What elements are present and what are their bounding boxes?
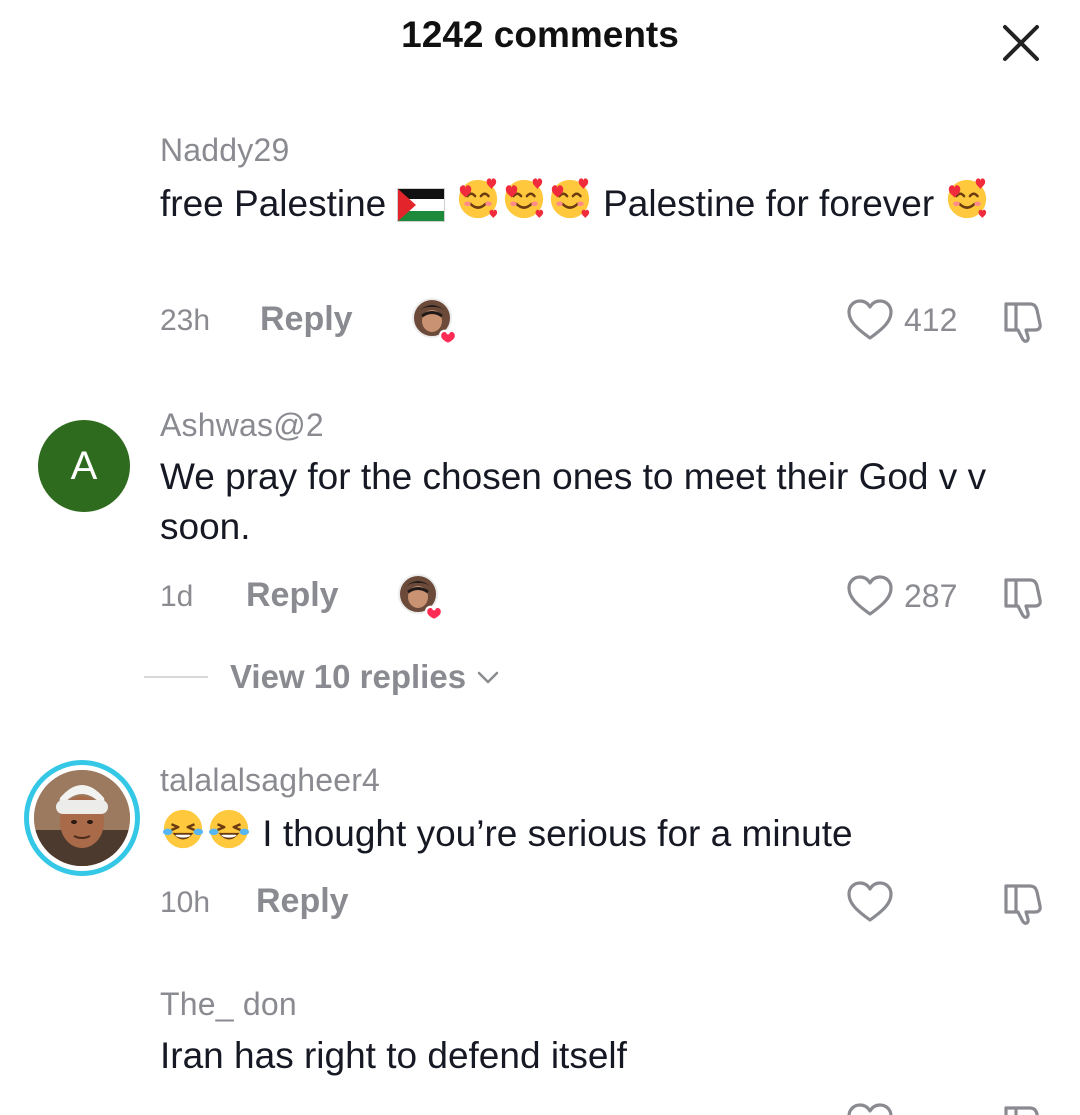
comment-text: I thought you’re serious for a minute [160, 806, 1040, 859]
thumbs-down-icon[interactable] [1000, 574, 1046, 620]
smiling-face-with-hearts-emoji [501, 176, 547, 222]
reply-button[interactable]: Reply [246, 576, 339, 615]
face-with-tears-of-joy-emoji [206, 806, 252, 852]
like-button[interactable] [846, 1102, 894, 1115]
thumbs-down-icon[interactable] [1000, 880, 1046, 926]
creator-liked-icon [396, 572, 448, 620]
like-count: 287 [904, 577, 958, 614]
comments-sheet: 1242 comments Naddy29 free Palestine Pal… [0, 0, 1080, 1115]
comment-actions: 10h Reply [160, 878, 1060, 928]
like-count: 412 [904, 301, 958, 338]
smiling-face-with-hearts-emoji [547, 176, 593, 222]
comment-actions: 1d Reply 287 [160, 572, 1060, 622]
chevron-down-icon [477, 671, 499, 684]
like-button[interactable] [846, 880, 904, 924]
comment-text-part: I thought you’re serious for a minute [262, 813, 853, 854]
comments-count-title: 1242 comments [401, 14, 679, 55]
smiling-face-with-hearts-emoji [455, 176, 501, 222]
view-replies-label: View 10 replies [230, 658, 467, 695]
smiling-face-with-hearts-emoji [944, 176, 990, 222]
avatar[interactable]: A [38, 420, 130, 512]
comment-text-part: free Palestine [160, 183, 387, 224]
comment-username[interactable]: The_ don [160, 986, 297, 1023]
comment-username[interactable]: talalalsagheer4 [160, 762, 380, 799]
face-with-tears-of-joy-emoji [160, 806, 206, 852]
divider [144, 676, 208, 678]
palestine-flag-emoji [397, 188, 445, 222]
reply-button[interactable]: Reply [260, 300, 353, 339]
avatar-photo [34, 770, 130, 866]
heart-outline-icon [846, 574, 894, 618]
comment-username[interactable]: Ashwas@2 [160, 407, 324, 444]
close-button[interactable] [998, 20, 1044, 66]
reply-button[interactable]: Reply [256, 882, 349, 921]
comment-text: Iran has right to defend itself [160, 1035, 627, 1076]
comment-time: 10h [160, 886, 211, 919]
comment-actions [160, 1100, 1060, 1115]
heart-outline-icon [846, 1102, 894, 1115]
close-icon [1003, 25, 1039, 61]
comment-actions: 23h Reply 412 [160, 296, 1060, 346]
comment-text: We pray for the chosen ones to meet thei… [160, 456, 987, 547]
comment-text-part: Palestine for forever [603, 183, 935, 224]
comment-time: 1d [160, 580, 194, 613]
thumbs-down-icon[interactable] [1000, 298, 1046, 344]
heart-outline-icon [846, 298, 894, 342]
creator-liked-icon [410, 296, 462, 344]
like-button[interactable]: 287 [846, 574, 957, 618]
avatar[interactable] [24, 760, 140, 876]
person-avatar-icon [34, 770, 130, 866]
like-button[interactable]: 412 [846, 298, 957, 342]
comment-username[interactable]: Naddy29 [160, 132, 290, 169]
heart-outline-icon [846, 880, 894, 924]
view-replies-button[interactable]: View 10 replies [144, 655, 564, 699]
comment-text: free Palestine Palestine for forever [160, 176, 1040, 229]
thumbs-down-icon[interactable] [1000, 1102, 1046, 1115]
comment-time: 23h [160, 304, 211, 337]
